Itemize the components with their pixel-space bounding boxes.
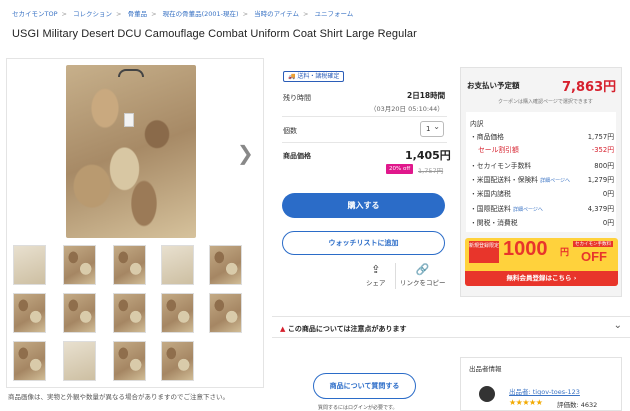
breadcrumb-item[interactable]: ユニフォーム (315, 10, 354, 18)
seller-panel: 出品者情報 出品者: tigov-toes-123 ★★★★★ 評価数: 463… (460, 357, 622, 411)
breakdown-value: 0円 (602, 219, 614, 227)
thumbnail[interactable] (113, 245, 146, 285)
breadcrumb-item[interactable]: 現在の骨董品(2001-現在) (163, 10, 239, 18)
original-price: 1,757円 (418, 167, 444, 175)
share-icon: ⇪ (371, 263, 381, 276)
breadcrumb: セカイモンTOP > コレクション > 骨董品 > 現在の骨董品(2001-現在) > … (12, 10, 354, 18)
divider (282, 116, 447, 117)
page-title: USGI Military Desert DCU Camouflage Comb… (12, 28, 417, 40)
price-value: 1,405円 (405, 149, 451, 162)
breakdown-value: 1,757円 (587, 133, 614, 141)
image-gallery: ❯ (6, 58, 264, 388)
breakdown-key: ・関税・消費税 (470, 219, 518, 227)
thumbnail[interactable] (13, 341, 46, 381)
signup-promo-banner[interactable]: 新規登録限定 1000 円 セカイモン手数料 OFF 無料会員登録はこちら › (465, 238, 618, 286)
price-label: 商品価格 (283, 152, 311, 160)
thumbnail[interactable] (161, 341, 194, 381)
breakdown-key: ・商品価格 (470, 133, 504, 141)
breakdown-label: 内訳 (470, 120, 484, 128)
question-note: 質問するにはログインが必要です。 (318, 405, 398, 411)
breakdown-value: 0円 (602, 190, 614, 198)
remaining-value: 2日18時間 (407, 91, 446, 100)
payment-breakdown: 内訳 ・商品価格 1,757円 セール割引額 -352円 ・セカイモン手数料 800円… (466, 112, 616, 232)
breakdown-key: ・米国内諸税 (470, 190, 511, 198)
review-count: 評価数: 4632 (557, 401, 598, 409)
breakdown-value: 800円 (594, 162, 614, 170)
buy-button[interactable]: 購入する (282, 193, 445, 218)
divider (282, 142, 447, 143)
tag-shape (124, 113, 134, 127)
promo-yen: 円 (560, 248, 570, 258)
end-date: （03月20日 05:10:44） (370, 105, 444, 113)
hanger-shape (118, 69, 144, 77)
thumbnail[interactable] (113, 341, 146, 381)
seller-header: 出品者情報 (469, 365, 502, 373)
breakdown-key: ・米国配送料・保険料 (470, 176, 538, 184)
warning-icon: ▲ (280, 325, 286, 333)
promo-off: OFF (581, 249, 607, 264)
payment-note: クーポンは購入確認ページで選択できます (498, 99, 593, 105)
remaining-label: 残り時間 (283, 94, 311, 102)
detail-link[interactable]: 詳細ページへ (540, 178, 570, 184)
qty-label: 個数 (283, 127, 297, 135)
caution-text: この商品については注意点があります (287, 325, 407, 333)
payment-total: 7,863円 (562, 80, 617, 95)
chevron-down-icon[interactable]: ⌄ (614, 320, 622, 331)
breakdown-value: -352円 (591, 146, 614, 154)
qty-select[interactable]: 1 (420, 120, 444, 137)
thumbnail[interactable] (63, 245, 96, 285)
copy-link-label: リンクをコピー (400, 279, 446, 287)
divider (395, 263, 396, 289)
shipping-fixed-label: 送料・諸税確定 (297, 73, 340, 80)
thumbnail[interactable] (161, 293, 194, 333)
breakdown-key: ・国際配送料 (470, 205, 511, 213)
thumbnail[interactable] (13, 293, 46, 333)
share-label: シェア (366, 279, 386, 287)
thumbnail[interactable] (209, 293, 242, 333)
avatar (479, 386, 495, 402)
discount-badge: 20% off (386, 164, 414, 174)
caution-accordion[interactable]: ▲ この商品については注意点があります ⌄ (272, 316, 630, 338)
signup-cta[interactable]: 無料会員登録はこちら › (465, 271, 618, 286)
rating-stars: ★★★★★ (509, 398, 543, 407)
watchlist-button[interactable]: ウォッチリストに追加 (282, 231, 445, 255)
breakdown-key: ・セカイモン手数料 (470, 162, 532, 170)
promo-campaign: セカイモン手数料 (573, 241, 613, 247)
shipping-fixed-badge: 🚚 送料・諸税確定 (283, 71, 345, 82)
thumbnail[interactable] (161, 245, 194, 285)
promo-tag: 新規登録限定 (469, 241, 499, 263)
chevron-right-icon[interactable]: ❯ (237, 141, 254, 165)
copy-link-button[interactable]: 🔗 リンクをコピー (400, 263, 446, 287)
thumbnail[interactable] (209, 245, 242, 285)
thumbnail[interactable] (13, 245, 46, 285)
thumbnail[interactable] (63, 341, 96, 381)
breakdown-key: セール割引額 (478, 146, 519, 154)
breadcrumb-item[interactable]: セカイモンTOP (12, 10, 58, 18)
link-icon: 🔗 (415, 263, 430, 276)
breadcrumb-item[interactable]: 骨董品 (128, 10, 148, 18)
breakdown-value: 4,379円 (587, 205, 614, 213)
detail-link[interactable]: 詳細ページへ (513, 207, 543, 213)
payment-label: お支払い予定額 (467, 81, 520, 90)
breakdown-value: 1,279円 (587, 176, 614, 184)
breadcrumb-item[interactable]: 当時のアイテム (254, 10, 299, 18)
seller-name[interactable]: 出品者: tigov-toes-123 (509, 386, 580, 396)
breadcrumb-item[interactable]: コレクション (73, 10, 112, 18)
thumbnail[interactable] (63, 293, 96, 333)
thumbnail[interactable] (113, 293, 146, 333)
share-button[interactable]: ⇪ シェア (366, 263, 386, 287)
main-product-image[interactable] (66, 65, 196, 238)
promo-amount: 1000 (503, 238, 548, 260)
ask-question-button[interactable]: 商品について質問する (313, 373, 416, 399)
gallery-note: 商品画像は、実物と外観や数量が異なる場合がありますのでご注意下さい。 (8, 393, 229, 401)
